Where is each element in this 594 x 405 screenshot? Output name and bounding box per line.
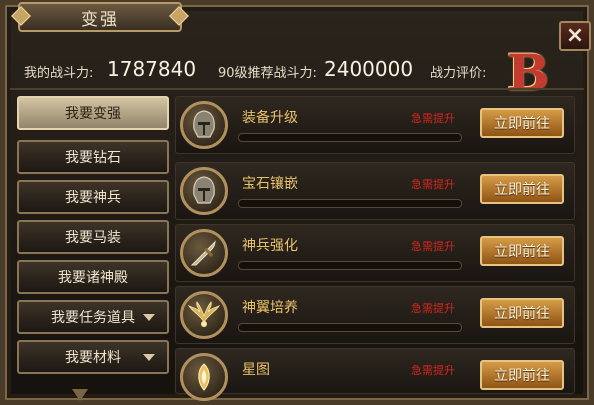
progress-bar: [238, 199, 462, 208]
close-button[interactable]: ×: [559, 21, 591, 51]
list-item: 神兵强化 急需提升 立即前往: [175, 224, 575, 282]
go-now-button[interactable]: 立即前往: [480, 360, 564, 390]
menu-item-quest-items[interactable]: 我要任务道具: [17, 300, 169, 334]
my-power-label: 我的战斗力:: [24, 66, 94, 81]
power-rating-label: 战力评价:: [430, 66, 487, 81]
list-item: 宝石镶嵌 急需提升 立即前往: [175, 162, 575, 220]
panel-title-tab: 变强: [11, 2, 189, 32]
menu-item-label: 我要神兵: [65, 190, 121, 206]
menu-item-label: 我要变强: [65, 106, 121, 122]
go-now-button[interactable]: 立即前往: [480, 174, 564, 204]
list-item: 装备升级 急需提升 立即前往: [175, 96, 575, 154]
divider: [10, 88, 584, 90]
chevron-down-icon: [143, 314, 155, 321]
menu-item-pantheon[interactable]: 我要诸神殿: [17, 260, 169, 294]
status-badge: 急需提升: [411, 302, 455, 315]
my-power-value: 1787840: [107, 57, 197, 81]
go-now-button[interactable]: 立即前往: [480, 108, 564, 138]
status-badge: 急需提升: [411, 364, 455, 377]
menu-item-label: 我要钻石: [65, 150, 121, 166]
menu-item-label: 我要诸神殿: [58, 270, 128, 286]
status-badge: 急需提升: [411, 240, 455, 253]
progress-bar: [238, 323, 462, 332]
menu-item-label: 我要材料: [65, 350, 121, 366]
star-chart-icon: [180, 353, 228, 401]
row-title: 神兵强化: [242, 238, 298, 254]
status-badge: 急需提升: [411, 112, 455, 125]
go-now-button[interactable]: 立即前往: [480, 236, 564, 266]
menu-item-strengthen[interactable]: 我要变强: [17, 96, 169, 130]
chevron-down-icon: [143, 354, 155, 361]
helmet-icon: [180, 167, 228, 215]
close-icon: ×: [565, 23, 585, 48]
menu-item-horse-gear[interactable]: 我要马装: [17, 220, 169, 254]
row-title: 神翼培养: [242, 300, 298, 316]
menu-item-label: 我要马装: [65, 230, 121, 246]
menu-item-divine-weapon[interactable]: 我要神兵: [17, 180, 169, 214]
helmet-icon: [180, 101, 228, 149]
sword-icon: [180, 229, 228, 277]
wings-icon: [180, 291, 228, 339]
menu-item-label: 我要任务道具: [51, 310, 135, 326]
menu-item-diamonds[interactable]: 我要钻石: [17, 140, 169, 174]
list-item: 星图 急需提升 立即前往: [175, 348, 575, 401]
recommended-power-label: 90级推荐战斗力:: [218, 66, 317, 81]
go-now-button[interactable]: 立即前往: [480, 298, 564, 328]
progress-bar: [238, 133, 462, 142]
menu-item-materials[interactable]: 我要材料: [17, 340, 169, 374]
progress-bar: [238, 261, 462, 270]
row-title: 星图: [242, 362, 270, 378]
row-title: 宝石镶嵌: [242, 176, 298, 192]
row-title: 装备升级: [242, 110, 298, 126]
recommended-power-value: 2400000: [324, 57, 414, 81]
panel-title: 变强: [81, 9, 119, 30]
list-item: 神翼培养 急需提升 立即前往: [175, 286, 575, 344]
power-rating-grade: B: [507, 43, 550, 102]
status-badge: 急需提升: [411, 178, 455, 191]
